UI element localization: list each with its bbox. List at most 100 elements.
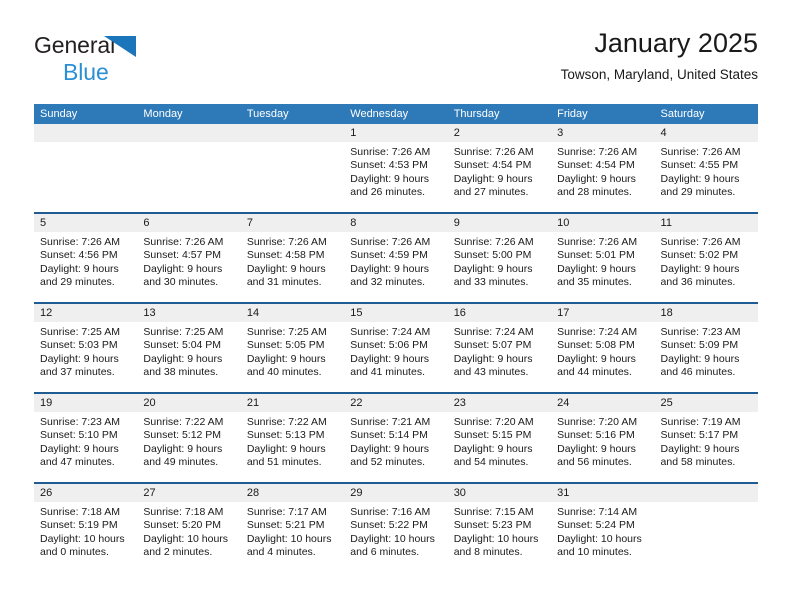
sunset-text: Sunset: 4:55 PM (660, 159, 739, 172)
sunset-text: Sunset: 5:23 PM (453, 519, 532, 532)
day-number[interactable]: 6 (137, 214, 240, 232)
day-cell[interactable]: Sunrise: 7:26 AM Sunset: 4:57 PM Daylight:… (137, 232, 240, 302)
day-number[interactable]: 10 (551, 214, 654, 232)
day-cell[interactable]: Sunrise: 7:18 AM Sunset: 5:20 PM Daylight:… (137, 502, 240, 572)
day-cell[interactable]: Sunrise: 7:19 AM Sunset: 5:17 PM Daylight:… (655, 412, 758, 482)
day-number-empty (137, 124, 240, 142)
day-cell[interactable]: Sunrise: 7:26 AM Sunset: 4:55 PM Daylight:… (655, 142, 758, 212)
day-number[interactable]: 18 (655, 304, 758, 322)
day-cell-empty (137, 142, 240, 212)
day-cell[interactable]: Sunrise: 7:20 AM Sunset: 5:16 PM Daylight:… (551, 412, 654, 482)
day-cell[interactable]: Sunrise: 7:23 AM Sunset: 5:10 PM Daylight:… (34, 412, 137, 482)
daylight-text: Daylight: 9 hours (453, 442, 533, 455)
day-number[interactable]: 23 (448, 394, 551, 412)
day-cell[interactable]: Sunrise: 7:23 AM Sunset: 5:09 PM Daylight:… (655, 322, 758, 392)
day-cell[interactable]: Sunrise: 7:20 AM Sunset: 5:15 PM Daylight:… (448, 412, 551, 482)
day-number[interactable]: 1 (344, 124, 447, 142)
day-number[interactable]: 11 (655, 214, 758, 232)
day-cell[interactable]: Sunrise: 7:25 AM Sunset: 5:04 PM Daylight:… (137, 322, 240, 392)
day-number-empty (655, 484, 758, 502)
daylight-text-cont: and 52 minutes. (350, 456, 425, 469)
weekday-header-sunday: Sunday (40, 108, 78, 120)
day-cell-empty (241, 142, 344, 212)
day-cell[interactable]: Sunrise: 7:26 AM Sunset: 5:01 PM Daylight:… (551, 232, 654, 302)
day-number[interactable]: 29 (344, 484, 447, 502)
sunset-text: Sunset: 5:03 PM (40, 339, 118, 352)
daylight-text-cont: and 31 minutes. (246, 276, 322, 289)
day-cell[interactable]: Sunrise: 7:14 AM Sunset: 5:24 PM Daylight:… (551, 502, 654, 572)
day-number[interactable]: 7 (241, 214, 344, 232)
day-number[interactable]: 16 (448, 304, 551, 322)
day-cell[interactable]: Sunrise: 7:18 AM Sunset: 5:19 PM Daylight:… (34, 502, 137, 572)
day-cell[interactable]: Sunrise: 7:22 AM Sunset: 5:13 PM Daylight:… (241, 412, 344, 482)
day-number[interactable]: 12 (34, 304, 137, 322)
day-cell[interactable]: Sunrise: 7:24 AM Sunset: 5:07 PM Daylight:… (448, 322, 551, 392)
general-blue-logo: General Blue (34, 34, 254, 86)
day-number[interactable]: 27 (137, 484, 240, 502)
day-number[interactable]: 25 (655, 394, 758, 412)
day-number[interactable]: 15 (344, 304, 447, 322)
calendar-week-row: 5 6 7 8 9 10 11 Sunrise: 7:26 AM Sunset: 4:56 PM… (34, 212, 758, 302)
day-cell[interactable]: Sunrise: 7:26 AM Sunset: 4:53 PM Daylight:… (344, 142, 447, 212)
day-cell[interactable]: Sunrise: 7:26 AM Sunset: 4:59 PM Daylight:… (344, 232, 447, 302)
daylight-text-cont: and 29 minutes. (40, 276, 115, 289)
sunset-text: Sunset: 4:54 PM (453, 159, 532, 172)
day-number[interactable]: 28 (241, 484, 344, 502)
sunrise-text: Sunrise: 7:26 AM (660, 236, 741, 248)
weekday-header-row: Sunday Monday Tuesday Wednesday Thursday Frid… (34, 104, 758, 124)
daylight-text: Daylight: 10 hours (246, 532, 332, 545)
day-number[interactable]: 22 (344, 394, 447, 412)
sunrise-text: Sunrise: 7:22 AM (246, 416, 327, 428)
day-cell[interactable]: Sunrise: 7:25 AM Sunset: 5:05 PM Daylight:… (241, 322, 344, 392)
daylight-text-cont: and 51 minutes. (246, 456, 322, 469)
sunrise-text: Sunrise: 7:26 AM (40, 236, 120, 248)
calendar-week-row: 1 2 3 4 Sunrise: 7:26 AM Sunset: 4:53 PM Dayli… (34, 124, 758, 212)
daylight-text-cont: and 32 minutes. (350, 276, 425, 289)
day-cell[interactable]: Sunrise: 7:26 AM Sunset: 4:58 PM Daylight:… (241, 232, 344, 302)
day-cell[interactable]: Sunrise: 7:16 AM Sunset: 5:22 PM Daylight:… (344, 502, 447, 572)
day-cell-empty (34, 142, 137, 212)
sunset-text: Sunset: 5:24 PM (557, 519, 635, 532)
sunrise-text: Sunrise: 7:14 AM (557, 506, 638, 518)
day-cell[interactable]: Sunrise: 7:24 AM Sunset: 5:08 PM Daylight:… (551, 322, 654, 392)
day-cell[interactable]: Sunrise: 7:25 AM Sunset: 5:03 PM Daylight:… (34, 322, 137, 392)
day-number[interactable]: 2 (448, 124, 551, 142)
sunset-text: Sunset: 4:56 PM (40, 249, 118, 262)
day-number[interactable]: 8 (344, 214, 447, 232)
daylight-text: Daylight: 10 hours (453, 532, 539, 545)
sunrise-text: Sunrise: 7:26 AM (660, 146, 741, 158)
day-number[interactable]: 31 (551, 484, 654, 502)
day-number[interactable]: 19 (34, 394, 137, 412)
weekday-header-monday: Monday (143, 108, 183, 120)
day-number[interactable]: 21 (241, 394, 344, 412)
daylight-text-cont: and 49 minutes. (143, 456, 219, 469)
day-cell[interactable]: Sunrise: 7:26 AM Sunset: 4:56 PM Daylight:… (34, 232, 137, 302)
day-cell[interactable]: Sunrise: 7:17 AM Sunset: 5:21 PM Daylight:… (241, 502, 344, 572)
day-number[interactable]: 17 (551, 304, 654, 322)
day-cell[interactable]: Sunrise: 7:26 AM Sunset: 4:54 PM Daylight:… (448, 142, 551, 212)
daylight-text-cont: and 8 minutes. (453, 546, 523, 559)
sunset-text: Sunset: 5:17 PM (660, 429, 739, 442)
day-number[interactable]: 13 (137, 304, 240, 322)
day-number[interactable]: 26 (34, 484, 137, 502)
daylight-text: Daylight: 9 hours (660, 172, 740, 185)
day-cell[interactable]: Sunrise: 7:22 AM Sunset: 5:12 PM Daylight:… (137, 412, 240, 482)
day-number[interactable]: 30 (448, 484, 551, 502)
day-cell[interactable]: Sunrise: 7:26 AM Sunset: 5:02 PM Daylight:… (655, 232, 758, 302)
sunrise-text: Sunrise: 7:21 AM (350, 416, 431, 428)
day-cell[interactable]: Sunrise: 7:15 AM Sunset: 5:23 PM Daylight:… (448, 502, 551, 572)
day-cell[interactable]: Sunrise: 7:24 AM Sunset: 5:06 PM Daylight:… (344, 322, 447, 392)
day-cell[interactable]: Sunrise: 7:26 AM Sunset: 5:00 PM Daylight:… (448, 232, 551, 302)
day-number[interactable]: 9 (448, 214, 551, 232)
day-number[interactable]: 3 (551, 124, 654, 142)
day-number[interactable]: 4 (655, 124, 758, 142)
day-number[interactable]: 5 (34, 214, 137, 232)
day-number[interactable]: 24 (551, 394, 654, 412)
sunrise-text: Sunrise: 7:26 AM (350, 146, 431, 158)
calendar-weeks: 1 2 3 4 Sunrise: 7:26 AM Sunset: 4:53 PM Dayli… (34, 124, 758, 572)
day-number[interactable]: 14 (241, 304, 344, 322)
day-cell[interactable]: Sunrise: 7:21 AM Sunset: 5:14 PM Daylight:… (344, 412, 447, 482)
calendar-week-row: 19 20 21 22 23 24 25 Sunrise: 7:23 AM Sunset: 5:… (34, 392, 758, 482)
day-cell[interactable]: Sunrise: 7:26 AM Sunset: 4:54 PM Daylight:… (551, 142, 654, 212)
day-number[interactable]: 20 (137, 394, 240, 412)
